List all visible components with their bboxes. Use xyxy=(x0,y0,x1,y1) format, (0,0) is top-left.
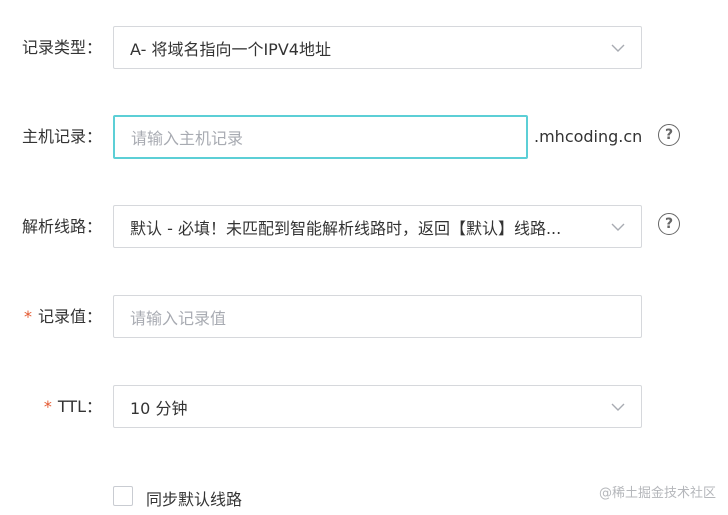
host-record-placeholder: 请输入主机记录 xyxy=(131,129,244,148)
record-value-input[interactable]: 请输入记录值 xyxy=(113,295,642,338)
required-mark: * xyxy=(43,397,52,416)
line-label: 解析线路： xyxy=(21,217,102,236)
sync-default-label[interactable]: 同步默认线路 xyxy=(146,486,242,510)
sync-default-checkbox[interactable] xyxy=(113,486,133,506)
ttl-value: 10 分钟 xyxy=(130,398,188,418)
line-select[interactable]: 默认 - 必填！未匹配到智能解析线路时，返回【默认】线路... xyxy=(113,205,642,248)
record-type-select[interactable]: A- 将域名指向一个IPV4地址 xyxy=(113,26,642,69)
line-value: 默认 - 必填！未匹配到智能解析线路时，返回【默认】线路... xyxy=(130,218,562,238)
record-value-label-text: 记录值： xyxy=(37,307,102,326)
watermark: @稀土掘金技术社区 xyxy=(598,486,716,501)
ttl-label: * TTL： xyxy=(44,397,102,417)
host-record-label: 主机记录： xyxy=(21,127,102,146)
required-mark: * xyxy=(23,307,32,326)
ttl-select[interactable]: 10 分钟 xyxy=(113,385,642,428)
help-icon[interactable]: ? xyxy=(658,213,680,235)
record-type-value: A- 将域名指向一个IPV4地址 xyxy=(130,39,331,59)
chevron-down-icon xyxy=(611,223,625,231)
domain-suffix: .mhcoding.cn xyxy=(534,127,643,146)
help-icon[interactable]: ? xyxy=(658,124,680,146)
chevron-down-icon xyxy=(611,44,625,52)
chevron-down-icon xyxy=(611,403,625,411)
record-type-label: 记录类型： xyxy=(21,38,102,57)
ttl-label-text: TTL： xyxy=(57,397,102,416)
record-value-placeholder: 请输入记录值 xyxy=(130,308,227,328)
record-value-label: * 记录值： xyxy=(24,307,102,327)
host-record-input[interactable]: 请输入主机记录 xyxy=(113,115,528,159)
